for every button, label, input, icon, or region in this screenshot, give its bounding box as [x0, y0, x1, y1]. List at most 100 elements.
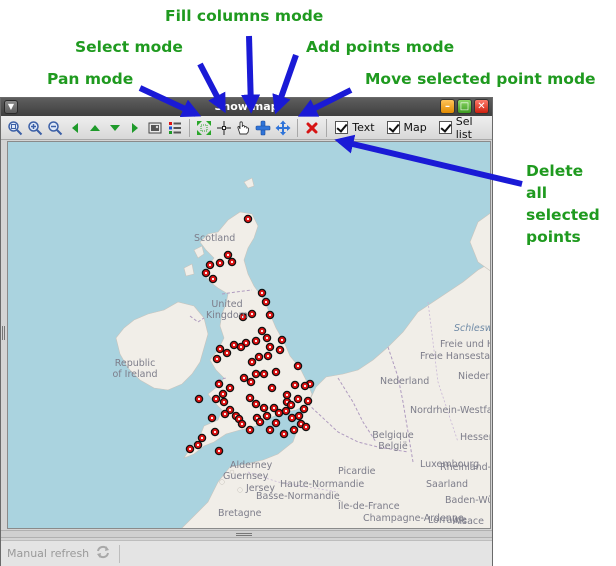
map-point-center	[296, 364, 300, 368]
map-label-nederland: Nederland	[380, 376, 430, 387]
map-label-schleswig: Schleswig	[454, 323, 490, 334]
close-icon[interactable]: ✕	[474, 99, 489, 114]
map-label-saarland: Saarland	[426, 479, 469, 490]
map-checkbox-box[interactable]	[386, 121, 400, 134]
text-checkbox-box[interactable]	[335, 121, 349, 134]
zoom-in-icon[interactable]	[25, 118, 45, 138]
callout-select-mode: Select mode	[75, 38, 183, 56]
refresh-icon[interactable]	[95, 545, 111, 562]
zoom-out-icon[interactable]	[45, 118, 65, 138]
map-point-center	[260, 329, 264, 333]
add-points-icon[interactable]	[253, 118, 273, 138]
sel-list-checkbox[interactable]: Sel list	[438, 115, 492, 141]
delete-selected-icon[interactable]	[302, 118, 322, 138]
map-point-center	[239, 345, 243, 349]
map-label-united-kingdom-2: Kingdom	[205, 310, 249, 321]
zoom-fit-icon[interactable]	[5, 118, 25, 138]
callout-delete-selected-points: Delete all selected points	[526, 160, 616, 248]
map-view[interactable]: Scotland United Kingdom Republic of Irel…	[7, 141, 491, 529]
maximize-icon[interactable]: □	[457, 99, 472, 114]
map-label-belgique-2: België	[378, 441, 408, 452]
export-image-icon[interactable]	[145, 118, 165, 138]
map-point-center	[265, 336, 269, 340]
map-point-center	[260, 291, 264, 295]
map-point-center	[262, 372, 266, 376]
map-point-center	[299, 422, 303, 426]
map-point-center	[244, 341, 248, 345]
map-point-center	[292, 428, 296, 432]
text-checkbox[interactable]: Text	[335, 121, 375, 134]
status-bar: Manual refresh	[1, 540, 492, 566]
legend-icon[interactable]	[165, 118, 185, 138]
map-point-center	[280, 338, 284, 342]
map-point-center	[303, 384, 307, 388]
map-point-center	[254, 339, 258, 343]
map-point-center	[268, 345, 272, 349]
map-point-center	[262, 406, 266, 410]
map-point-center	[289, 403, 293, 407]
sel-list-checkbox-box[interactable]	[438, 121, 452, 134]
map-point-center	[277, 411, 281, 415]
callout-delete-line-2: all	[526, 184, 548, 202]
map-point-center	[250, 360, 254, 364]
map-point-center	[246, 217, 250, 221]
map-point-center	[272, 406, 276, 410]
map-label-baden: Baden-Württem	[445, 495, 490, 506]
show-map-window: ▼ Show map – □ ✕ Text Map Sel list Scotl…	[0, 97, 493, 566]
map-point-center	[257, 355, 261, 359]
map-label-picardie: Picardie	[338, 466, 376, 477]
map-label-freie-hansestadt-bremen: Freie Hansestadt Bremen	[420, 351, 491, 362]
panel-splitter[interactable]	[1, 530, 492, 538]
map-point-center	[188, 447, 192, 451]
map-point-center	[222, 400, 226, 404]
callout-delete-line-4: points	[526, 228, 581, 246]
map-label-rheinland: Rheinland-Pfalz	[440, 462, 491, 473]
map-point-center	[274, 370, 278, 374]
map-point-center	[232, 343, 236, 347]
window-titlebar[interactable]: ▼ Show map – □ ✕	[1, 98, 492, 116]
arrow-down-icon[interactable]	[105, 118, 125, 138]
map-point-center	[249, 380, 253, 384]
map-point-center	[197, 397, 201, 401]
map-point-center	[200, 436, 204, 440]
map-label-niedersachsen: Niedersachsen	[458, 371, 490, 382]
splitter-grip[interactable]	[236, 533, 252, 536]
map-point-center	[302, 407, 306, 411]
map-point-center	[296, 397, 300, 401]
map-point-center	[217, 449, 221, 453]
map-point-center	[213, 430, 217, 434]
map-point-center	[214, 397, 218, 401]
map-point-center	[265, 414, 269, 418]
callout-fill-columns-mode: Fill columns mode	[165, 7, 324, 25]
window-menu-icon[interactable]: ▼	[4, 100, 18, 114]
map-label-guernsey: Guernsey	[223, 471, 269, 482]
toolbar-separator	[326, 118, 328, 137]
map-point-center	[221, 392, 225, 396]
callout-pan-mode: Pan mode	[47, 70, 134, 88]
map-point-center	[293, 383, 297, 387]
map-label-scotland: Scotland	[194, 233, 236, 244]
map-point-center	[228, 408, 232, 412]
map-checkbox[interactable]: Map	[386, 121, 427, 134]
pan-mode-icon[interactable]	[194, 118, 214, 138]
fill-columns-icon[interactable]	[233, 118, 253, 138]
map-point-center	[284, 409, 288, 413]
callout-delete-line-1: Delete	[526, 162, 584, 180]
map-point-center	[290, 416, 294, 420]
arrow-up-icon[interactable]	[85, 118, 105, 138]
map-point-center	[264, 300, 268, 304]
select-mode-icon[interactable]	[214, 118, 234, 138]
map-point-center	[223, 412, 227, 416]
arrow-right-icon[interactable]	[125, 118, 145, 138]
map-label-bretagne: Bretagne	[218, 508, 262, 519]
minimize-icon[interactable]: –	[440, 99, 455, 114]
map-point-center	[274, 421, 278, 425]
map-point-center	[266, 354, 270, 358]
toolbar-separator	[297, 118, 299, 137]
arrow-left-icon[interactable]	[65, 118, 85, 138]
map-point-center	[306, 399, 310, 403]
move-point-icon[interactable]	[273, 118, 293, 138]
side-resize-grip[interactable]	[2, 326, 5, 340]
map-toolbar: Text Map Sel list	[1, 115, 492, 141]
map-point-center	[242, 376, 246, 380]
